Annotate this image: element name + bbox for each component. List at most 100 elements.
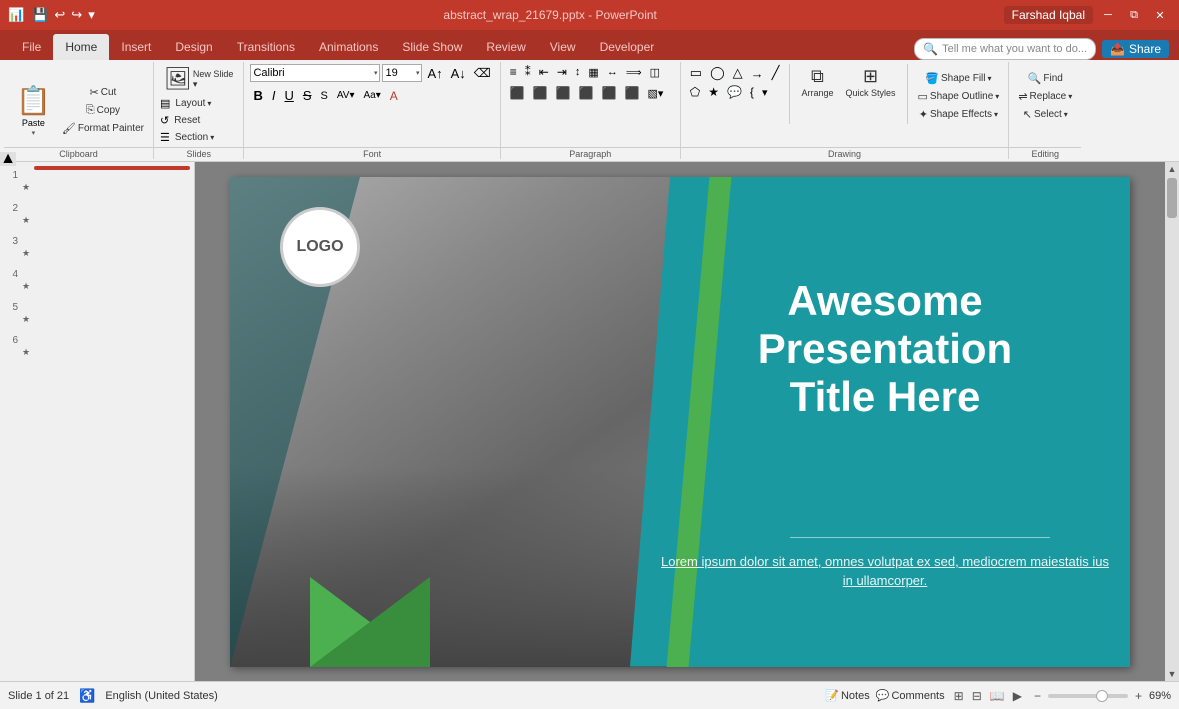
tab-insert[interactable]: Insert <box>109 34 163 60</box>
zoom-slider[interactable] <box>1048 694 1128 698</box>
paste-button[interactable]: 📋 Paste ▾ <box>10 82 57 139</box>
redo-quick-btn[interactable]: ↪ <box>69 5 84 25</box>
align-left-btn[interactable]: ⬛ <box>507 85 528 101</box>
slide-thumb-2[interactable]: 2 ★ Awesome Header Here <box>4 199 190 226</box>
tab-animations[interactable]: Animations <box>307 34 390 60</box>
find-button[interactable]: 🔍 Find <box>1015 71 1075 86</box>
customize-quick-btn[interactable]: ▾ <box>86 5 97 25</box>
slide-img-wrap-4[interactable] <box>34 265 190 269</box>
slide-canvas[interactable]: LOGO Awesome Presentation Title Here Lor… <box>230 177 1130 667</box>
save-quick-btn[interactable]: 💾 <box>30 5 50 25</box>
font-color-btn[interactable]: A <box>387 88 401 104</box>
strikethrough-btn[interactable]: S <box>300 87 315 104</box>
zoom-out-btn[interactable]: − <box>1031 687 1044 705</box>
select-button[interactable]: ↖ Select ▾ <box>1015 107 1075 122</box>
shape-callout-btn[interactable]: 💬 <box>724 84 745 100</box>
slide-thumb-5[interactable]: 5 ★ Financials <box>4 298 190 325</box>
shape-ellipse-btn[interactable]: ◯ <box>707 64 728 82</box>
bullets-btn[interactable]: ≡ <box>507 64 520 80</box>
slide-thumb-4[interactable]: 4 ★ <box>4 265 190 292</box>
undo-quick-btn[interactable]: ↩ <box>52 5 67 25</box>
reset-button[interactable]: Reset <box>171 114 203 127</box>
help-search[interactable]: 🔍 Tell me what you want to do... <box>914 38 1096 60</box>
align-text-btn[interactable]: ⟹ <box>623 65 645 80</box>
reading-view-btn[interactable]: 📖 <box>987 687 1008 705</box>
change-case-btn[interactable]: Aa▾ <box>361 89 384 102</box>
shape-effects-button[interactable]: ✦ Shape Effects ▾ <box>915 107 1003 122</box>
close-btn[interactable]: ✕ <box>1149 4 1171 26</box>
new-slide-button[interactable]: 🖼 New Slide ▾ <box>160 64 237 94</box>
shape-triangle-btn[interactable]: △ <box>730 64 746 82</box>
tab-view[interactable]: View <box>538 34 588 60</box>
slide-img-wrap-5[interactable]: Financials <box>34 298 190 302</box>
slide-thumb-6[interactable]: 6 ★ Our History <box>4 331 190 358</box>
shape-pentagon-btn[interactable]: ⬠ <box>687 84 703 100</box>
font-decrease-btn[interactable]: A↓ <box>448 65 469 82</box>
scroll-thumb[interactable] <box>1167 178 1177 218</box>
align-justify-btn[interactable]: ⬛ <box>576 85 597 101</box>
text-shadow-btn[interactable]: ⬛ <box>622 85 643 101</box>
slide-canvas-area[interactable]: LOGO Awesome Presentation Title Here Lor… <box>195 162 1165 681</box>
tab-transitions[interactable]: Transitions <box>225 34 307 60</box>
increase-indent-btn[interactable]: ⇥ <box>554 64 570 80</box>
replace-button[interactable]: ⇌ Replace ▾ <box>1015 89 1075 104</box>
slide-img-wrap-6[interactable]: Our History <box>34 331 190 335</box>
zoom-thumb[interactable] <box>1096 690 1108 702</box>
text-direction-btn[interactable]: ↔ <box>604 65 621 79</box>
shape-outline-button[interactable]: ▭ Shape Outline ▾ <box>915 89 1003 104</box>
slideshow-btn[interactable]: ▶ <box>1010 687 1025 705</box>
text-fill-btn[interactable]: ▧▾ <box>644 86 666 101</box>
numbering-btn[interactable]: ⁑ <box>522 64 534 80</box>
notes-btn[interactable]: 📝 Notes <box>825 689 869 702</box>
font-name-selector[interactable]: Calibri ▾ <box>250 64 380 82</box>
smartart-btn[interactable]: ◫ <box>647 65 663 80</box>
align-right-btn[interactable]: ⬛ <box>553 85 574 101</box>
user-account[interactable]: Farshad Iqbal <box>1004 6 1093 24</box>
shape-line-btn[interactable]: ╱ <box>769 64 783 82</box>
zoom-in-btn[interactable]: + <box>1132 687 1145 705</box>
shadow-btn[interactable]: S <box>318 89 331 103</box>
scroll-down-btn[interactable]: ▼ <box>1165 667 1179 681</box>
underline-btn[interactable]: U <box>281 87 296 104</box>
shape-fill-button[interactable]: 🪣 Shape Fill ▾ <box>915 71 1003 86</box>
tab-design[interactable]: Design <box>163 34 224 60</box>
slide-sorter-btn[interactable]: ⊟ <box>969 687 985 705</box>
decrease-indent-btn[interactable]: ⇤ <box>536 64 552 80</box>
tab-file[interactable]: File <box>10 34 53 60</box>
slide-img-wrap-1[interactable]: LOGO Awesome Presentation Title Here <box>34 166 190 170</box>
line-spacing-btn[interactable]: ↕ <box>572 65 584 79</box>
tab-developer[interactable]: Developer <box>588 34 667 60</box>
bold-btn[interactable]: B <box>250 87 265 104</box>
shape-star-btn[interactable]: ★ <box>705 84 722 100</box>
quick-styles-button[interactable]: ⊞ Quick Styles <box>841 64 899 100</box>
restore-btn[interactable]: ⧉ <box>1123 4 1145 26</box>
section-button[interactable]: Section ▾ <box>172 131 217 144</box>
text-columns-btn[interactable]: ⬛ <box>599 85 620 101</box>
format-painter-button[interactable]: 🖌 Format Painter <box>59 121 147 136</box>
font-increase-btn[interactable]: A↑ <box>424 65 445 82</box>
slide-title[interactable]: Awesome Presentation Title Here <box>660 277 1110 422</box>
shape-brace-btn[interactable]: { <box>747 84 757 100</box>
slide-subtitle[interactable]: Lorem ipsum dolor sit amet, omnes volutp… <box>660 552 1110 591</box>
shape-more-btn[interactable]: ▾ <box>759 84 771 100</box>
slide-thumb-1[interactable]: 1 ★ LOGO Awesome Presentation Title Here <box>4 166 190 193</box>
scroll-up-btn[interactable]: ▲ <box>1165 162 1179 176</box>
minimize-btn[interactable]: ─ <box>1097 4 1119 26</box>
font-size-selector[interactable]: 19 ▾ <box>382 64 422 82</box>
slide-thumb-3[interactable]: 3 ★ Our Services <box>4 232 190 259</box>
clear-format-btn[interactable]: ⌫ <box>471 65 494 81</box>
normal-view-btn[interactable]: ⊞ <box>951 687 967 705</box>
right-scrollbar[interactable]: ▲ ▼ <box>1165 162 1179 681</box>
tab-review[interactable]: Review <box>474 34 537 60</box>
slide-panel-scroll-up[interactable]: ▲ <box>0 152 16 166</box>
columns-btn[interactable]: ▦ <box>585 65 601 80</box>
align-center-btn[interactable]: ⬛ <box>530 85 551 101</box>
shape-rect-btn[interactable]: ▭ <box>687 64 705 82</box>
tab-home[interactable]: Home <box>53 34 109 60</box>
accessibility-icon[interactable]: ♿ <box>79 688 95 704</box>
layout-button[interactable]: Layout ▾ <box>172 97 214 110</box>
slide-img-wrap-3[interactable]: Our Services <box>34 232 190 236</box>
share-button[interactable]: 📤 Share <box>1102 40 1169 58</box>
shape-arrow-btn[interactable]: → <box>748 64 767 82</box>
italic-btn[interactable]: I <box>269 87 279 104</box>
